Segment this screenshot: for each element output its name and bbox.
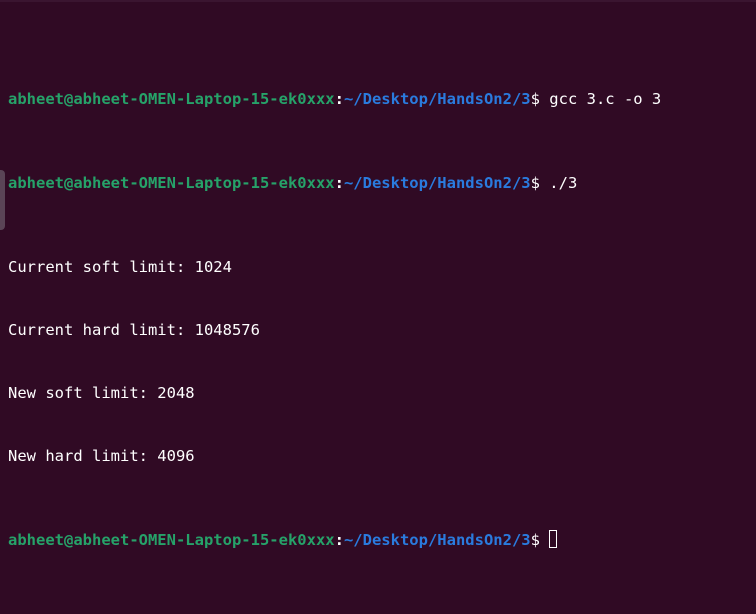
terminal-window[interactable]: abheet@abheet-OMEN-Laptop-15-ek0xxx:~/De… (0, 0, 756, 549)
prompt-path: ~/Desktop/HandsOn2/3 (343, 174, 531, 192)
prompt-symbol: $ (530, 531, 540, 549)
prompt-user-host: abheet@abheet-OMEN-Laptop-15-ek0xxx (8, 531, 335, 549)
prompt-separator: : (334, 174, 344, 192)
prompt-path: ~/Desktop/HandsOn2/3 (343, 531, 531, 549)
terminal-line-7[interactable]: abheet@abheet-OMEN-Laptop-15-ek0xxx:~/De… (8, 530, 756, 551)
output-line: Current soft limit: 1024 (8, 258, 232, 276)
terminal-line-1: abheet@abheet-OMEN-Laptop-15-ek0xxx:~/De… (8, 89, 756, 110)
prompt-separator: : (334, 531, 344, 549)
command-input[interactable] (540, 531, 549, 549)
window-top-edge (0, 0, 756, 2)
prompt-path: ~/Desktop/HandsOn2/3 (343, 90, 531, 108)
output-line: New soft limit: 2048 (8, 384, 195, 402)
output-line: New hard limit: 4096 (8, 447, 195, 465)
prompt-symbol: $ (530, 174, 540, 192)
prompt-user-host: abheet@abheet-OMEN-Laptop-15-ek0xxx (8, 174, 335, 192)
scrollbar-handle[interactable] (0, 170, 5, 230)
output-line: Current hard limit: 1048576 (8, 321, 260, 339)
prompt-separator: : (334, 90, 344, 108)
terminal-line-2: abheet@abheet-OMEN-Laptop-15-ek0xxx:~/De… (8, 173, 756, 194)
text-cursor (549, 530, 558, 548)
prompt-user-host: abheet@abheet-OMEN-Laptop-15-ek0xxx (8, 90, 335, 108)
command-text: ./3 (539, 174, 578, 192)
prompt-symbol: $ (530, 90, 540, 108)
command-text: gcc 3.c -o 3 (539, 90, 662, 108)
